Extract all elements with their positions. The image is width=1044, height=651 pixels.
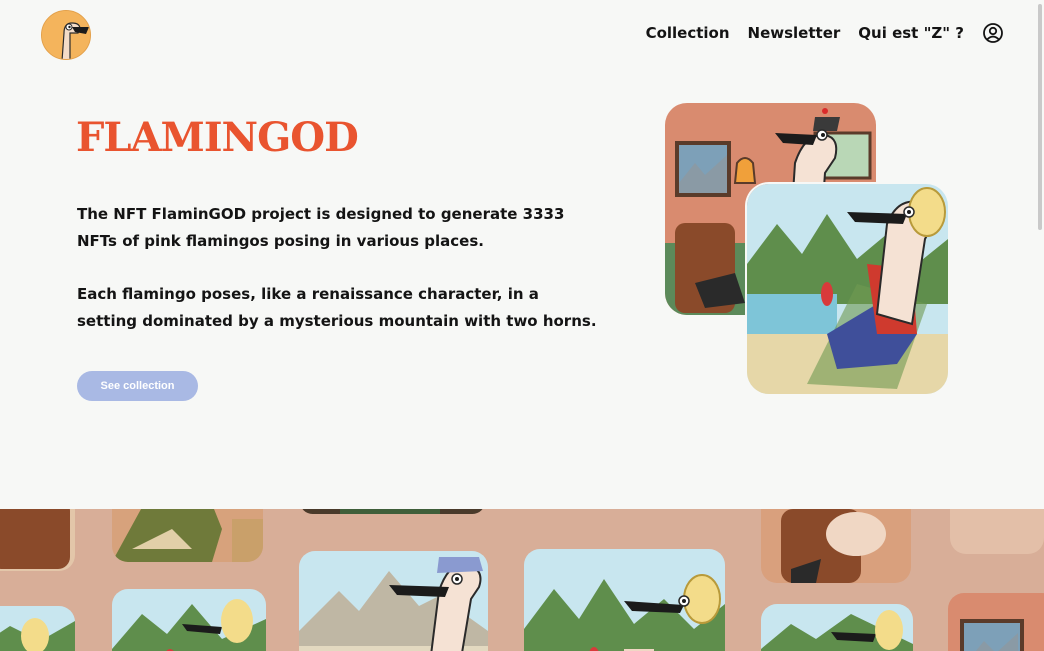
intro-paragraph: The NFT FlaminGOD project is designed to… [77, 205, 565, 250]
flamingo-wig-landscape-image [524, 549, 725, 651]
main-nav: Collection Newsletter Qui est "Z" ? [628, 22, 1004, 44]
intro-text: The NFT FlaminGOD project is designed to… [77, 201, 597, 361]
flamingo-logo[interactable] [41, 10, 91, 60]
page-scrollbar[interactable] [1038, 4, 1042, 230]
gallery-tile[interactable] [0, 509, 75, 571]
flamingo-green-suit-image [112, 509, 263, 562]
flamingo-dark-image [300, 509, 485, 514]
flamingo-wig-hill-image [761, 604, 913, 651]
flamingo-logo-art [42, 11, 90, 59]
user-circle-icon[interactable] [982, 22, 1004, 44]
intro-paragraph: Each flamingo poses, like a renaissance … [77, 285, 597, 330]
gallery-tile[interactable] [761, 604, 913, 651]
flamingo-armchair-image [0, 509, 75, 571]
gallery-tile[interactable] [524, 549, 725, 651]
nav-link-qui-est-z[interactable]: Qui est "Z" ? [858, 24, 964, 42]
site-header: Collection Newsletter Qui est "Z" ? [0, 0, 1044, 70]
flamingo-wig-small-image [0, 606, 75, 651]
nav-link-collection[interactable]: Collection [646, 24, 730, 42]
flamingo-room-image [948, 593, 1044, 651]
nav-link-newsletter[interactable]: Newsletter [748, 24, 841, 42]
flamingo-cap-mountains-image [299, 551, 488, 651]
collection-gallery [0, 509, 1044, 651]
gallery-tile[interactable] [761, 509, 911, 583]
gallery-tile[interactable] [300, 509, 485, 514]
flamingo-wig-mountains-image [112, 589, 266, 651]
artwork-card[interactable] [747, 184, 948, 394]
gallery-tile[interactable] [0, 606, 75, 651]
flamingo-wig-deckchair-image [747, 184, 948, 394]
gallery-tile[interactable] [948, 593, 1044, 651]
flamingo-wig-armchair-image [761, 509, 911, 583]
see-collection-button[interactable]: See collection [77, 371, 198, 401]
brand-title: FLAMINGOD [76, 114, 359, 161]
gallery-tile[interactable] [299, 551, 488, 651]
flamingo-faded-image [950, 509, 1044, 554]
gallery-tile[interactable] [112, 589, 266, 651]
gallery-tile[interactable] [112, 509, 263, 562]
gallery-tile[interactable] [950, 509, 1044, 554]
